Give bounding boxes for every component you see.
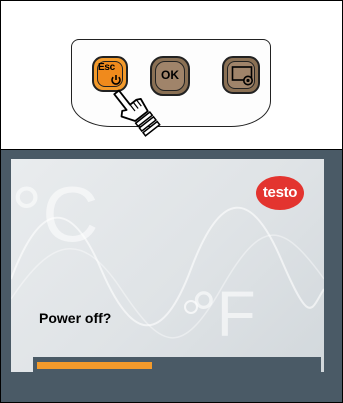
pointer-hand-icon xyxy=(113,81,163,148)
power-off-prompt: Power off? xyxy=(39,310,112,326)
device-screen: °C °F testo Power off? xyxy=(11,159,324,372)
camera-button[interactable] xyxy=(222,56,260,94)
camera-icon xyxy=(231,65,255,92)
progress-bar-fill xyxy=(37,362,152,369)
celsius-watermark: °C xyxy=(11,170,99,258)
keypad-panel: Esc OK xyxy=(0,0,343,150)
testo-logo: testo xyxy=(255,175,305,211)
ok-label: OK xyxy=(161,68,179,82)
esc-label: Esc xyxy=(98,62,115,73)
progress-bar xyxy=(33,357,321,373)
logo-text: testo xyxy=(262,184,298,201)
fahrenheit-watermark: °F xyxy=(191,278,256,350)
keypad: Esc OK xyxy=(71,39,271,127)
